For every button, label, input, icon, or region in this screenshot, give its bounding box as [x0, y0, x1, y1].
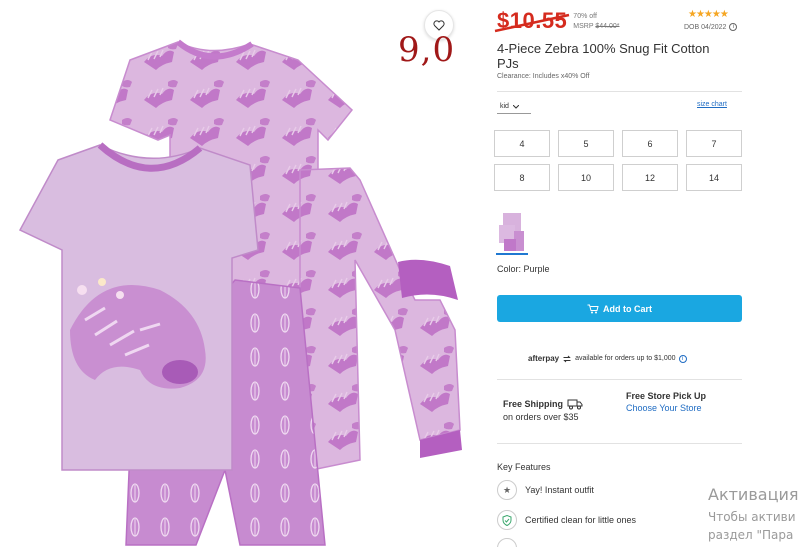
sale-price: $10.55: [494, 8, 570, 34]
chevron-down-icon: [512, 104, 519, 109]
info-icon[interactable]: i: [678, 354, 687, 363]
color-swatch-purple[interactable]: [496, 209, 528, 255]
divider: [497, 443, 742, 444]
size-type-value: kid: [500, 103, 509, 110]
free-shipping-title: Free Shipping: [503, 399, 564, 409]
overlay-number: 9,0: [398, 30, 456, 70]
size-option[interactable]: 10: [558, 164, 614, 191]
shield-check-icon: [497, 510, 517, 530]
size-chart-link[interactable]: size chart: [697, 101, 727, 108]
afterpay-text: available for orders up to $1,000: [575, 355, 676, 362]
msrp-label: MSRP: [573, 23, 594, 30]
store-pickup-info: Free Store Pick Up Choose Your Store: [626, 391, 706, 413]
cart-icon: [587, 304, 599, 313]
feature-icon: [497, 538, 517, 547]
divider: [497, 91, 742, 92]
feature-text: Yay! Instant outfit: [525, 485, 594, 495]
dob-info: DOB 04/2022 i: [684, 23, 738, 31]
feature-text: Certified clean for little ones: [525, 515, 637, 525]
discount-info: 70% off MSRP $44.00*: [573, 8, 619, 32]
afterpay-row: afterpay available for orders up to $1,0…: [528, 354, 687, 363]
add-to-cart-label: Add to Cart: [603, 303, 652, 314]
size-option[interactable]: 12: [622, 164, 678, 191]
size-options: 4 5 6 7 8 10 12 14: [494, 130, 742, 191]
add-to-cart-button[interactable]: Add to Cart: [497, 295, 742, 322]
msrp-value: $44.00*: [595, 23, 620, 30]
price-row: $10.55 70% off MSRP $44.00*: [494, 8, 620, 36]
color-label: Color: Purple: [497, 264, 550, 274]
feature-item: ★ Yay! Instant outfit: [497, 480, 594, 500]
clearance-text: Clearance: Includes x40% Off: [497, 73, 590, 80]
info-icon[interactable]: i: [729, 23, 738, 31]
size-option[interactable]: 7: [686, 130, 742, 157]
pajama-set-illustration: [18, 39, 462, 546]
free-shipping-info: Free Shipping on orders over $35: [503, 398, 583, 422]
size-option[interactable]: 5: [558, 130, 614, 157]
product-image: 9,0: [0, 0, 480, 547]
sale-price-value: $10.55: [497, 8, 568, 33]
star-badge-icon: ★: [497, 480, 517, 500]
size-type-select[interactable]: kid: [497, 100, 531, 114]
choose-store-link[interactable]: Choose Your Store: [626, 403, 706, 413]
swatch-thumbnail: [499, 213, 524, 251]
feature-item-partial: [497, 538, 517, 547]
discount-percent: 70% off: [573, 13, 597, 20]
activation-watermark-title: Активация: [708, 485, 799, 504]
dob-text: DOB 04/2022: [684, 23, 727, 31]
product-title: 4-Piece Zebra 100% Snug Fit Cotton PJs: [497, 41, 710, 71]
afterpay-arrows-icon: [563, 355, 571, 362]
afterpay-logo: afterpay: [528, 354, 560, 363]
pickup-title: Free Store Pick Up: [626, 391, 707, 401]
key-features-title: Key Features: [497, 462, 551, 472]
feature-item: Certified clean for little ones: [497, 510, 636, 530]
free-shipping-sub: on orders over $35: [503, 412, 579, 422]
size-option[interactable]: 8: [494, 164, 550, 191]
heart-icon: [433, 19, 445, 31]
rating-stars[interactable]: ★★★★★: [688, 9, 729, 20]
size-option[interactable]: 4: [494, 130, 550, 157]
divider: [497, 379, 742, 380]
truck-icon: [567, 399, 583, 410]
activation-watermark-text: Чтобы активи: [708, 510, 796, 524]
activation-watermark-text: раздел "Пара: [708, 528, 794, 542]
size-option[interactable]: 6: [622, 130, 678, 157]
size-option[interactable]: 14: [686, 164, 742, 191]
